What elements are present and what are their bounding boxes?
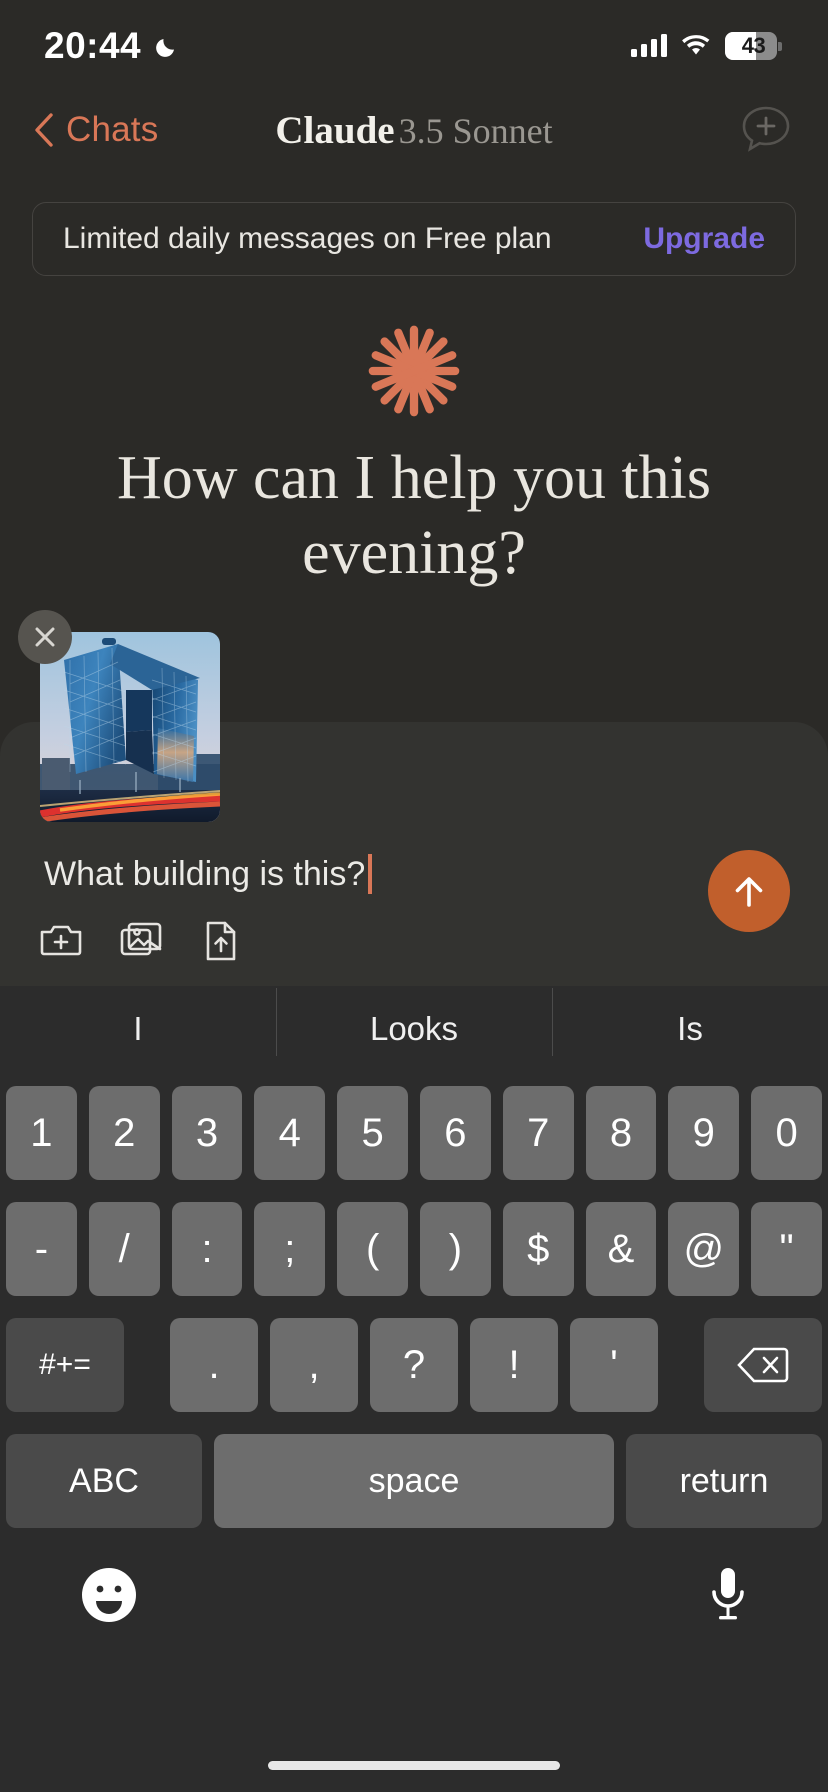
- key-space[interactable]: space: [214, 1434, 614, 1528]
- key-colon[interactable]: :: [171, 1202, 243, 1296]
- crescent-moon-icon: [153, 36, 177, 60]
- model-name: Claude: [275, 108, 395, 152]
- key-symbols-toggle[interactable]: #+=: [6, 1318, 124, 1412]
- suggestion-1[interactable]: Looks: [276, 988, 552, 1056]
- attached-image[interactable]: [40, 632, 220, 822]
- free-plan-banner[interactable]: Limited daily messages on Free plan Upgr…: [32, 202, 796, 276]
- key-at[interactable]: @: [668, 1202, 740, 1296]
- key-question[interactable]: ?: [370, 1318, 458, 1412]
- attachment-thumbnail[interactable]: [18, 610, 220, 822]
- message-input-value: What building is this?: [44, 854, 366, 893]
- key-semicolon[interactable]: ;: [254, 1202, 326, 1296]
- key-dollar[interactable]: $: [502, 1202, 574, 1296]
- key-comma[interactable]: ,: [270, 1318, 358, 1412]
- key-5[interactable]: 5: [337, 1086, 408, 1180]
- key-hyphen[interactable]: -: [6, 1202, 77, 1296]
- photo-library-icon[interactable]: [118, 918, 164, 964]
- composer: What building is this?: [0, 610, 828, 986]
- wifi-icon: [681, 35, 711, 57]
- key-9[interactable]: 9: [668, 1086, 740, 1180]
- key-exclamation[interactable]: !: [470, 1318, 558, 1412]
- key-slash[interactable]: /: [88, 1202, 160, 1296]
- back-label: Chats: [66, 110, 159, 149]
- new-chat-button[interactable]: [738, 102, 794, 158]
- keyboard-row-bottom: ABC space return: [0, 1434, 828, 1528]
- file-upload-icon[interactable]: [198, 918, 244, 964]
- key-ampersand[interactable]: &: [585, 1202, 657, 1296]
- remove-attachment-button[interactable]: [18, 610, 72, 664]
- emoji-smiley-icon[interactable]: [78, 1564, 140, 1631]
- key-return[interactable]: return: [626, 1434, 822, 1528]
- battery-cap: [778, 42, 782, 51]
- keyboard-bottom-bar: [0, 1550, 828, 1631]
- status-bar-left: 20:44: [44, 25, 177, 67]
- key-7[interactable]: 7: [502, 1086, 574, 1180]
- key-delete[interactable]: [704, 1318, 822, 1412]
- key-apostrophe[interactable]: ': [570, 1318, 658, 1412]
- status-bar: 20:44 43: [0, 0, 828, 92]
- battery-indicator: 43: [725, 32, 782, 60]
- greeting-section: How can I help you this evening?: [0, 322, 828, 591]
- camera-add-icon[interactable]: [38, 918, 84, 964]
- suggestion-bar: I Looks Is: [0, 986, 828, 1072]
- key-abc[interactable]: ABC: [6, 1434, 202, 1528]
- send-button[interactable]: [708, 850, 790, 932]
- key-quote[interactable]: ": [751, 1202, 822, 1296]
- arrow-up-icon: [735, 877, 763, 907]
- key-paren-open[interactable]: (: [337, 1202, 408, 1296]
- key-3[interactable]: 3: [171, 1086, 243, 1180]
- suggestion-2[interactable]: Is: [552, 988, 828, 1056]
- home-indicator: [268, 1761, 560, 1770]
- upgrade-button[interactable]: Upgrade: [643, 222, 765, 256]
- cellular-signal-icon: [631, 34, 667, 57]
- suggestion-0[interactable]: I: [0, 1010, 276, 1048]
- key-6[interactable]: 6: [420, 1086, 491, 1180]
- back-to-chats-button[interactable]: Chats: [34, 110, 158, 150]
- key-1[interactable]: 1: [6, 1086, 77, 1180]
- keyboard-row-symbols: - / : ; ( ) $ & @ ": [0, 1202, 828, 1296]
- keyboard-row-numbers: 1 2 3 4 5 6 7 8 9 0: [0, 1086, 828, 1180]
- claude-starburst-icon: [365, 322, 463, 420]
- status-bar-right: 43: [631, 32, 782, 60]
- status-time: 20:44: [44, 25, 142, 66]
- key-paren-close[interactable]: ): [420, 1202, 491, 1296]
- microphone-icon[interactable]: [706, 1564, 750, 1631]
- message-input[interactable]: What building is this?: [44, 854, 373, 894]
- key-0[interactable]: 0: [751, 1086, 822, 1180]
- delete-icon: [737, 1347, 789, 1383]
- key-period[interactable]: .: [170, 1318, 258, 1412]
- key-2[interactable]: 2: [88, 1086, 160, 1180]
- keyboard-row-punctuation: #+= . , ? ! ': [0, 1318, 828, 1412]
- key-8[interactable]: 8: [585, 1086, 657, 1180]
- key-4[interactable]: 4: [254, 1086, 326, 1180]
- keyboard: I Looks Is 1 2 3 4 5 6 7 8 9 0 - / : ; (…: [0, 986, 828, 1792]
- chevron-left-icon: [34, 113, 54, 147]
- composer-tools: [38, 918, 244, 964]
- greeting-text: How can I help you this evening?: [116, 444, 712, 588]
- banner-message: Limited daily messages on Free plan: [63, 222, 552, 255]
- nav-header: Chats Claude 3.5 Sonnet: [0, 92, 828, 168]
- model-version: 3.5 Sonnet: [398, 110, 553, 151]
- text-caret: [368, 854, 373, 894]
- battery-percent: 43: [741, 33, 766, 58]
- close-icon: [35, 627, 55, 647]
- new-chat-icon: [742, 106, 790, 152]
